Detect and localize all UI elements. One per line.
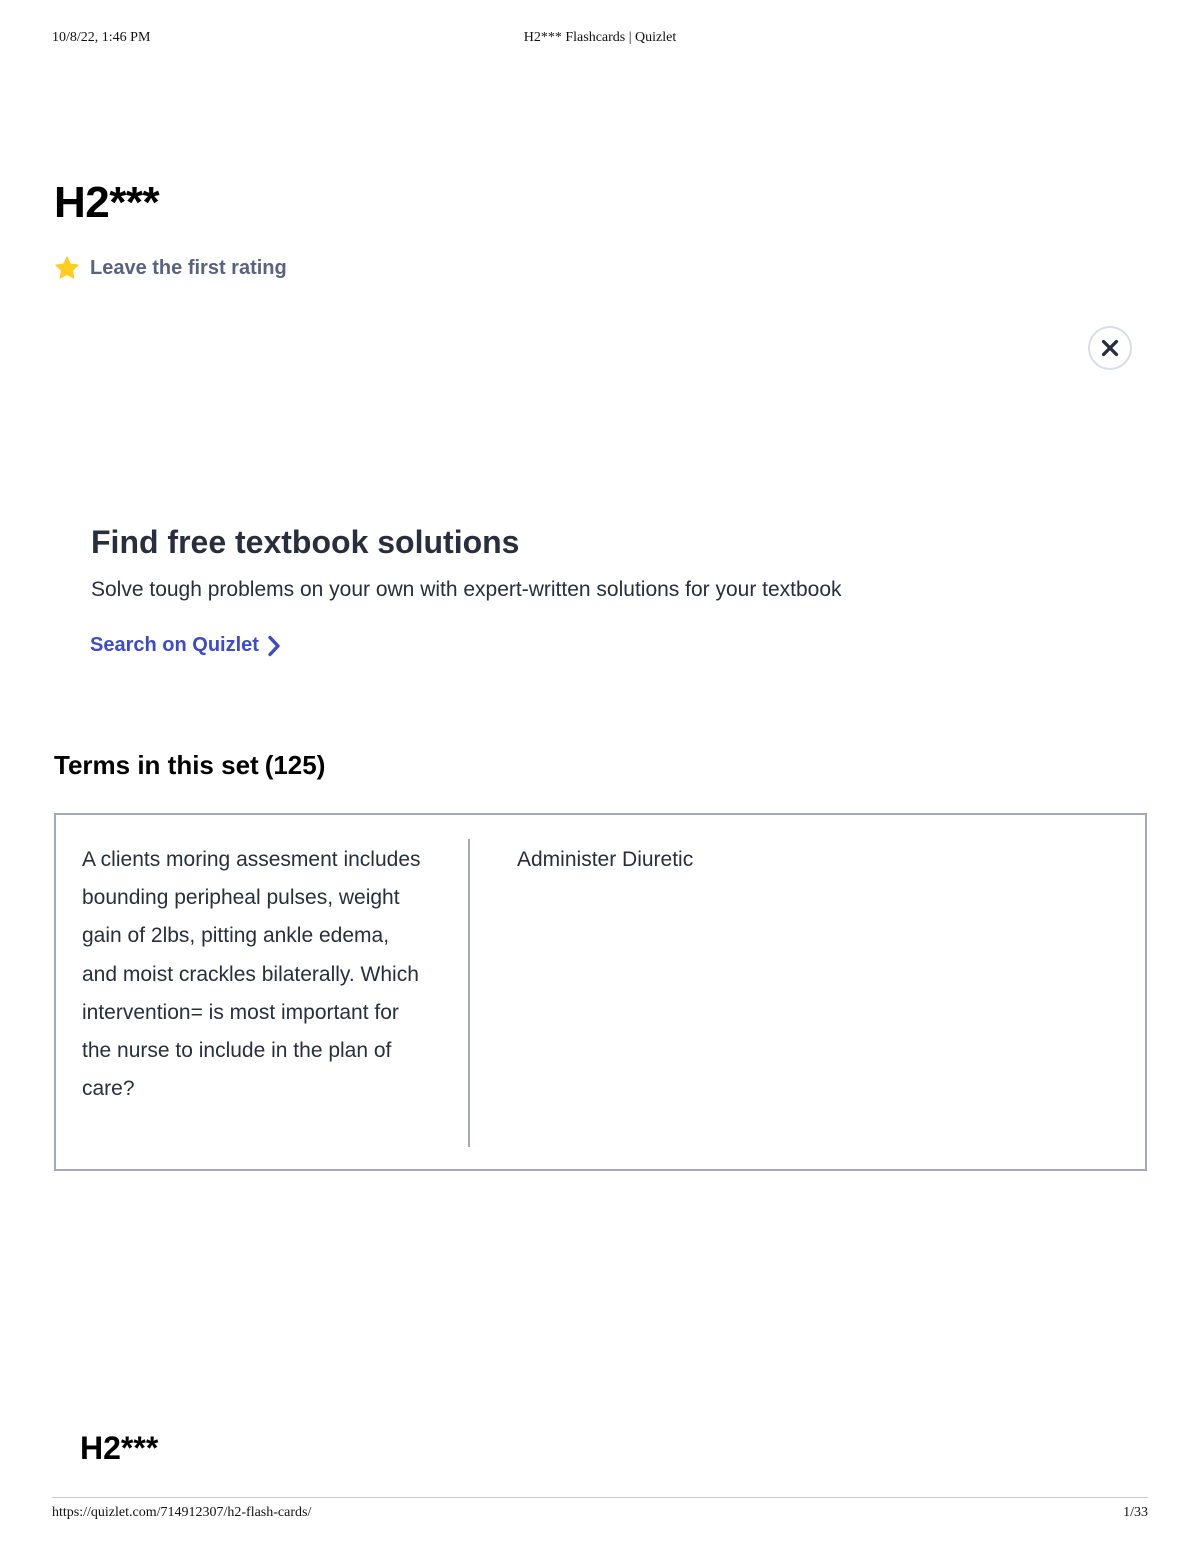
footer-divider <box>52 1497 1148 1498</box>
promo-title: Find free textbook solutions <box>91 524 520 560</box>
term-card: A clients moring assesment includes boun… <box>54 813 1147 1171</box>
terms-count: (125) <box>264 750 326 780</box>
search-on-quizlet-link[interactable]: Search on Quizlet <box>90 634 281 657</box>
promo-subtitle: Solve tough problems on your own with ex… <box>91 578 842 601</box>
rating-label: Leave the first rating <box>90 256 287 279</box>
search-link-label: Search on Quizlet <box>90 634 259 656</box>
page-number: 1/33 <box>1123 1505 1148 1520</box>
rating-button[interactable]: Leave the first rating <box>54 254 287 282</box>
definition-text: Administer Diuretic <box>517 848 694 871</box>
set-title: H2*** <box>54 178 160 227</box>
terms-heading-label: Terms in this set <box>54 750 259 780</box>
star-icon <box>55 256 79 279</box>
section-title: H2*** <box>80 1430 159 1466</box>
card-divider <box>468 839 470 1147</box>
print-header: 10/8/22, 1:46 PM H2*** Flashcards | Quiz… <box>52 30 1148 50</box>
close-icon <box>1101 339 1119 357</box>
term-text: A clients moring assesment includes boun… <box>82 848 421 1101</box>
print-footer: https://quizlet.com/714912307/h2-flash-c… <box>52 1505 1148 1525</box>
terms-heading: Terms in this set (125) <box>54 750 325 781</box>
print-page-title: H2*** Flashcards | Quizlet <box>523 30 677 45</box>
print-url: https://quizlet.com/714912307/h2-flash-c… <box>52 1505 312 1520</box>
chevron-right-icon <box>268 635 280 656</box>
close-button[interactable] <box>1088 326 1132 370</box>
